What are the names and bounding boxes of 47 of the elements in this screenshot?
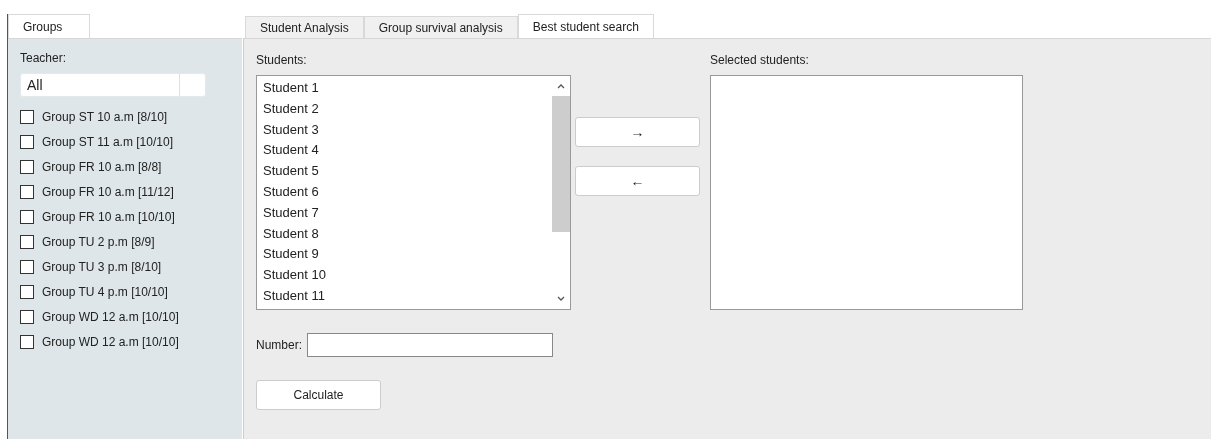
checkbox[interactable]: [20, 109, 34, 124]
checkbox[interactable]: [20, 284, 34, 299]
group-checkbox[interactable]: Group TU 2 p.m [8/9]: [20, 229, 230, 254]
checkbox[interactable]: [20, 134, 34, 149]
list-item[interactable]: Student 8: [263, 223, 546, 245]
tab[interactable]: Best student search: [517, 14, 654, 38]
list-item[interactable]: Student 2: [263, 98, 546, 120]
scroll-up-icon[interactable]: [556, 82, 566, 90]
list-item[interactable]: Student 1: [263, 78, 546, 99]
list-item[interactable]: Student 10: [263, 265, 546, 286]
group-checkbox[interactable]: Group FR 10 a.m [10/10]: [20, 204, 230, 229]
selected-students-label: Selected students:: [710, 53, 810, 67]
group-checkbox[interactable]: Group WD 12 a.m [10/10]: [20, 304, 230, 329]
checkbox[interactable]: [20, 259, 34, 274]
group-checkbox[interactable]: Group ST 10 a.m [8/10]: [20, 104, 230, 129]
scroll-down-icon[interactable]: [556, 295, 566, 303]
tab[interactable]: Student Analysis: [245, 16, 364, 38]
calculate-button[interactable]: Calculate: [256, 380, 381, 410]
group-checkbox[interactable]: Group FR 10 a.m [8/8]: [20, 154, 230, 179]
list-item[interactable]: Student 9: [263, 244, 546, 266]
checkbox[interactable]: [20, 209, 34, 224]
teacher-combo-box[interactable]: All: [20, 73, 206, 97]
teacher-label: Teacher:: [20, 51, 68, 65]
group-checkbox[interactable]: Group TU 3 p.m [8/10]: [20, 254, 230, 279]
groups-tab[interactable]: Groups: [8, 14, 90, 38]
list-item[interactable]: Student 5: [263, 161, 546, 182]
move-button[interactable]: →: [575, 117, 700, 147]
list-item[interactable]: Student 6: [263, 182, 546, 203]
move-button[interactable]: ←: [575, 166, 700, 196]
checkbox[interactable]: [20, 334, 34, 349]
checkbox[interactable]: [20, 184, 34, 199]
group-checkbox[interactable]: Group WD 12 a.m [10/10]: [20, 329, 230, 354]
students-list[interactable]: Student 1 Student 2 Student 3 Student 4 Student 5 Student 6 Student 7 Student 8 Student 9 Student 10 Student 11: [256, 75, 571, 310]
tab[interactable]: Group survival analysis: [363, 16, 518, 38]
checkbox[interactable]: [20, 309, 34, 324]
list-item[interactable]: Student 3: [263, 119, 546, 141]
list-item[interactable]: Student 11: [263, 285, 546, 307]
group-checkbox[interactable]: Group ST 11 a.m [10/10]: [20, 129, 230, 154]
list-item[interactable]: Student 4: [263, 140, 546, 162]
number-label: Number:: [256, 338, 302, 352]
number-field[interactable]: [307, 333, 553, 357]
students-label: Students:: [256, 53, 308, 67]
checkbox[interactable]: [20, 234, 34, 249]
group-checkbox[interactable]: Group TU 4 p.m [10/10]: [20, 279, 230, 304]
group-checkbox[interactable]: Group FR 10 a.m [11/12]: [20, 179, 230, 204]
checkbox[interactable]: [20, 159, 34, 174]
list-item[interactable]: Student 7: [263, 202, 546, 224]
